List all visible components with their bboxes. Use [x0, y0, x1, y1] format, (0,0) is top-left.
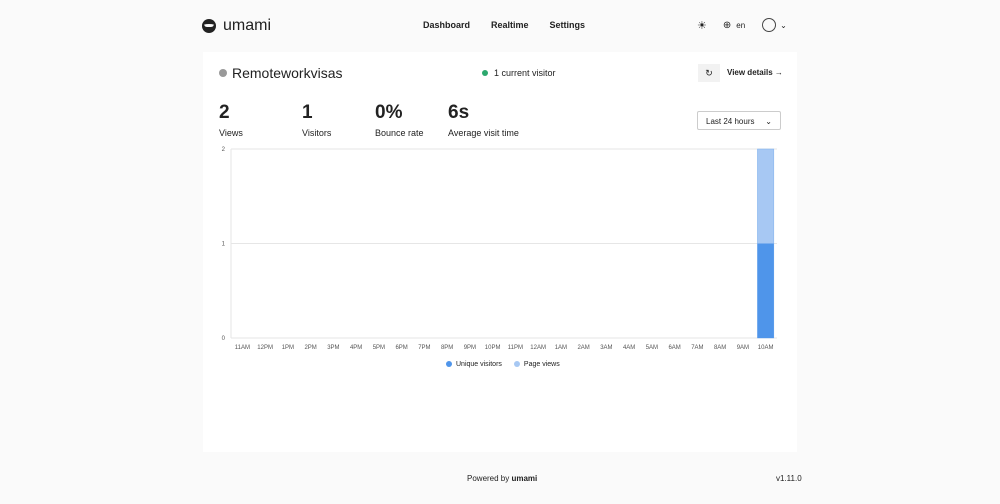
- x-tick-label: 1PM: [282, 345, 294, 351]
- x-tick-label: 8AM: [714, 345, 726, 351]
- x-tick-label: 5PM: [373, 345, 385, 351]
- main-nav: Dashboard Realtime Settings: [423, 20, 585, 30]
- x-tick-label: 12PM: [257, 345, 273, 351]
- y-tick-label: 1: [222, 242, 226, 248]
- x-tick-label: 10PM: [485, 345, 501, 351]
- chevron-down-icon[interactable]: ⌄: [780, 21, 787, 30]
- x-tick-label: 11PM: [508, 345, 523, 351]
- nav-dashboard[interactable]: Dashboard: [423, 20, 470, 30]
- header: umami Dashboard Realtime Settings ☀ ⊕ en…: [0, 0, 1000, 52]
- x-tick-label: 11AM: [235, 345, 250, 351]
- legend-label: Unique visitors: [456, 361, 502, 368]
- version: v1.11.0: [776, 474, 802, 483]
- legend-unique-visitors[interactable]: Unique visitors: [446, 361, 502, 368]
- globe-icon[interactable]: ⊕: [723, 20, 731, 31]
- x-tick-label: 3PM: [327, 345, 339, 351]
- theme-sun-icon[interactable]: ☀: [697, 19, 707, 32]
- x-tick-label: 7AM: [691, 345, 703, 351]
- logo-icon: [202, 19, 216, 33]
- legend-page-views[interactable]: Page views: [513, 361, 560, 368]
- x-tick-label: 9PM: [464, 345, 476, 351]
- footer-powered-by: Powered by umami: [467, 474, 537, 483]
- x-tick-label: 6AM: [668, 345, 680, 351]
- nav-realtime[interactable]: Realtime: [491, 20, 529, 30]
- user-icon[interactable]: [762, 18, 777, 32]
- x-tick-label: 6PM: [395, 345, 407, 351]
- x-tick-label: 2PM: [304, 345, 316, 351]
- y-tick-label: 0: [222, 336, 226, 342]
- x-tick-label: 2AM: [577, 345, 589, 351]
- x-tick-label: 5AM: [646, 345, 658, 351]
- legend-label: Page views: [523, 361, 560, 368]
- x-tick-label: 1AM: [555, 345, 567, 351]
- bar-unique-visitors: [757, 243, 774, 338]
- x-tick-label: 9AM: [737, 345, 749, 351]
- logo[interactable]: umami: [202, 17, 271, 35]
- x-tick-label: 4AM: [623, 345, 635, 351]
- footer-brand-link[interactable]: umami: [511, 474, 537, 483]
- x-tick-label: 7PM: [418, 345, 430, 351]
- pageviews-chart: 0 1 2 11AM 12PM 1PM 2PM 3PM 4PM 5PM 6PM 7PM 8PM 9PM 10…: [222, 147, 777, 351]
- nav-settings[interactable]: Settings: [550, 20, 586, 30]
- language-selector[interactable]: en: [736, 21, 745, 30]
- y-tick-label: 2: [222, 147, 226, 153]
- x-tick-label: 4PM: [350, 345, 362, 351]
- header-tools: ☀ ⊕ en ⌄: [697, 18, 787, 32]
- x-tick-label: 3AM: [600, 345, 612, 351]
- x-tick-label: 8PM: [441, 345, 453, 351]
- x-tick-label: 10AM: [758, 345, 774, 351]
- brand-name: umami: [223, 17, 272, 34]
- powered-by-text: Powered by: [467, 474, 510, 483]
- website-card: Remoteworkvisas 1 current visitor ↻ View…: [203, 52, 797, 452]
- x-tick-label: 12AM: [530, 345, 546, 351]
- chart-legend: Unique visitors Page views: [446, 361, 560, 368]
